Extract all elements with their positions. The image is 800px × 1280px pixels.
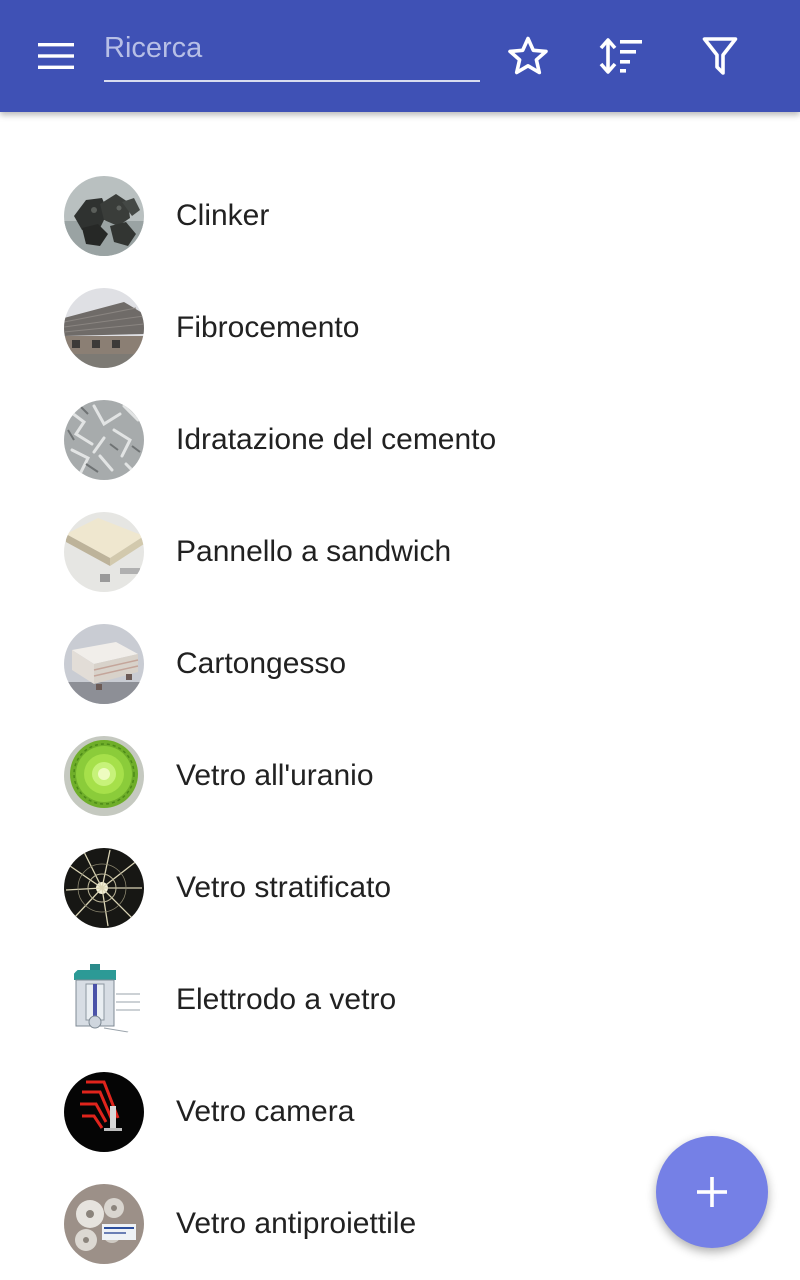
thumbnail-cartongesso — [64, 624, 144, 704]
add-button[interactable] — [656, 1136, 768, 1248]
list-item[interactable]: Pannello a sandwich — [0, 496, 800, 608]
list-item-label: Vetro antiproiettile — [176, 1207, 417, 1240]
list-item[interactable]: Vetro all'uranio — [0, 720, 800, 832]
thumbnail-fibrocemento — [64, 288, 144, 368]
sort-icon — [599, 38, 642, 74]
list-item[interactable]: Elettrodo a vetro — [0, 944, 800, 1056]
thumbnail-sandwich-panel — [64, 512, 144, 592]
list-item-label: Elettrodo a vetro — [176, 983, 397, 1016]
list-item-label: Clinker — [176, 199, 270, 232]
menu-button[interactable] — [24, 28, 88, 84]
sort-button[interactable] — [592, 28, 652, 84]
list-item-label: Cartongesso — [176, 647, 347, 680]
filter-icon — [702, 37, 738, 75]
thumbnail-clinker — [64, 176, 144, 256]
list-item-label: Vetro stratificato — [176, 871, 392, 904]
list-item-label: Idratazione del cemento — [176, 423, 497, 456]
thumbnail-bulletproof-glass — [64, 1184, 144, 1264]
list-item[interactable]: Fibrocemento — [0, 272, 800, 384]
materials-list: Clinker Fibrocemento Idratazione del cem… — [0, 160, 800, 1280]
list-item-label: Pannello a sandwich — [176, 535, 452, 568]
list-item-label: Vetro camera — [176, 1095, 355, 1128]
star-outline-icon — [508, 36, 548, 75]
filter-button[interactable] — [690, 28, 750, 84]
thumbnail-insulated-glass — [64, 1072, 144, 1152]
list-item[interactable]: Idratazione del cemento — [0, 384, 800, 496]
thumbnail-glass-electrode — [64, 960, 144, 1040]
search-field — [104, 26, 480, 82]
list-item-label: Vetro all'uranio — [176, 759, 374, 792]
search-input[interactable] — [104, 26, 480, 70]
list-item[interactable]: Cartongesso — [0, 608, 800, 720]
favorites-button[interactable] — [498, 28, 558, 84]
plus-icon — [697, 1177, 727, 1207]
list-item[interactable]: Clinker — [0, 160, 800, 272]
list-item[interactable]: Vetro stratificato — [0, 832, 800, 944]
hamburger-menu-icon — [38, 43, 74, 69]
thumbnail-idratazione — [64, 400, 144, 480]
list-item-label: Fibrocemento — [176, 311, 360, 344]
top-app-bar — [0, 0, 800, 112]
thumbnail-laminated-glass — [64, 848, 144, 928]
thumbnail-uranium-glass — [64, 736, 144, 816]
app-screen: Clinker Fibrocemento — [0, 0, 800, 1280]
